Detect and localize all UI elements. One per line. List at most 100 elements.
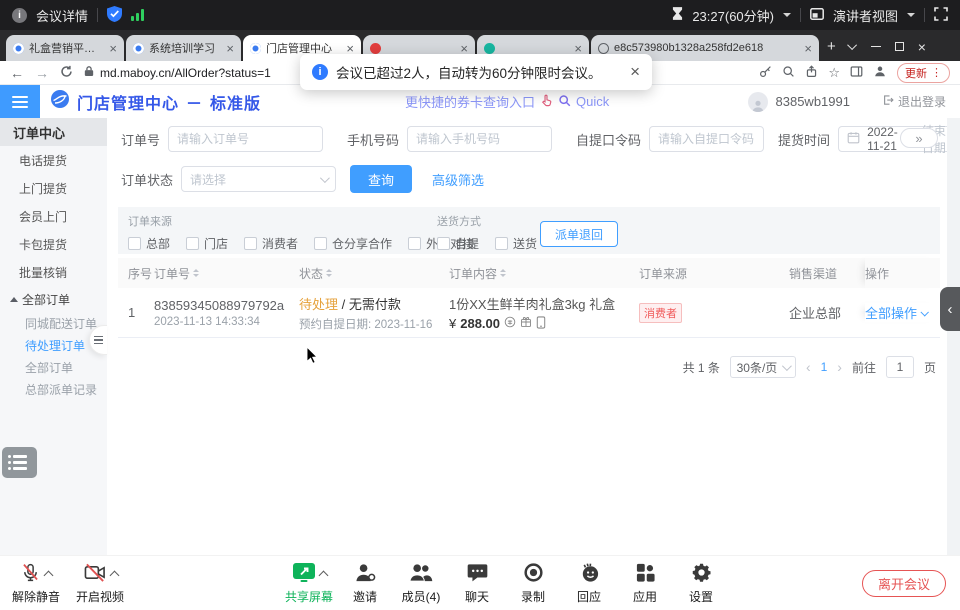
camera-options-caret[interactable] bbox=[109, 570, 119, 580]
new-tab-button[interactable]: + bbox=[827, 38, 836, 55]
sort-icon[interactable] bbox=[326, 266, 332, 280]
scrollbar-gutter[interactable] bbox=[947, 118, 960, 555]
order-status-select[interactable]: 请选择 bbox=[181, 166, 336, 192]
unmute-button[interactable]: 解除静音 bbox=[8, 562, 64, 605]
window-minimize-button[interactable] bbox=[871, 46, 881, 48]
meeting-details-label[interactable]: 会议详情 bbox=[36, 6, 88, 25]
tab-close-icon[interactable]: × bbox=[346, 42, 354, 55]
url-field[interactable]: md.maboy.cn/AllOrder?status=1 bbox=[84, 65, 271, 80]
share-options-caret[interactable] bbox=[318, 570, 328, 580]
tool-label: 应用 bbox=[633, 588, 657, 605]
sidebar-item-door-pickup[interactable]: 上门提货 bbox=[0, 174, 107, 202]
fullscreen-icon[interactable] bbox=[934, 7, 948, 24]
chat-button[interactable]: 聊天 bbox=[449, 562, 505, 605]
logout-button[interactable]: 退出登录 bbox=[882, 93, 946, 110]
advanced-filter-link[interactable]: 高级筛选 bbox=[432, 170, 484, 189]
sidebar-item-phone-pickup[interactable]: 电话提货 bbox=[0, 146, 107, 174]
tab-close-icon[interactable]: × bbox=[226, 42, 234, 55]
floating-list-button[interactable] bbox=[2, 447, 37, 478]
tab-favicon bbox=[133, 43, 144, 54]
prev-page-button[interactable]: ‹ bbox=[806, 359, 811, 375]
toast-close-icon[interactable]: × bbox=[630, 62, 640, 82]
settings-button[interactable]: 设置 bbox=[673, 562, 729, 605]
user-avatar[interactable] bbox=[748, 92, 768, 112]
phone-input[interactable] bbox=[407, 126, 552, 152]
start-video-button[interactable]: 开启视频 bbox=[72, 562, 128, 605]
col-status[interactable]: 状态 bbox=[299, 265, 449, 282]
browser-tab[interactable]: 系统培训学习 × bbox=[126, 35, 241, 61]
browser-tab[interactable]: 礼盒营销平台管理中心 × bbox=[6, 35, 124, 61]
goto-page-input[interactable] bbox=[886, 356, 914, 378]
sidebar-item-card-pickup[interactable]: 卡包提货 bbox=[0, 230, 107, 258]
date-range-picker[interactable]: 2022-11-21 - 结束日期 bbox=[838, 126, 960, 152]
checkbox-delivery[interactable]: 送货 bbox=[495, 235, 537, 252]
order-no-input[interactable] bbox=[168, 126, 323, 152]
col-order-no[interactable]: 订单号 bbox=[154, 265, 299, 282]
tab-close-icon[interactable]: × bbox=[460, 42, 468, 55]
row-action-dropdown[interactable]: 全部操作 bbox=[865, 303, 940, 322]
leave-meeting-button[interactable]: 离开会议 bbox=[862, 570, 946, 597]
menu-hamburger-button[interactable] bbox=[0, 85, 40, 118]
window-close-button[interactable]: × bbox=[918, 39, 926, 55]
tab-close-icon[interactable]: × bbox=[574, 42, 582, 55]
chrome-update-button[interactable]: 更新 ⋮ bbox=[897, 63, 950, 83]
share-icon[interactable] bbox=[805, 65, 818, 81]
expand-more-button[interactable]: » bbox=[900, 128, 938, 148]
sort-icon[interactable] bbox=[193, 266, 199, 280]
members-button[interactable]: 成员(4) bbox=[393, 562, 449, 605]
quick-entry[interactable]: 更快捷的券卡查询入口 Quick bbox=[405, 92, 609, 111]
sidebar-subitem-all-orders[interactable]: 全部订单 bbox=[0, 356, 107, 378]
page-size-select[interactable]: 30条/页 bbox=[730, 356, 796, 378]
current-page[interactable]: 1 bbox=[821, 360, 828, 374]
next-page-button[interactable]: › bbox=[837, 359, 842, 375]
sidebar-subitem-hq-dispatch[interactable]: 总部派单记录 bbox=[0, 378, 107, 400]
refresh-button[interactable] bbox=[60, 65, 73, 81]
tab-close-icon[interactable]: × bbox=[109, 42, 117, 55]
meeting-shield-icon[interactable] bbox=[107, 6, 122, 25]
username[interactable]: 8385wb1991 bbox=[776, 94, 850, 109]
profile-icon[interactable] bbox=[873, 64, 887, 81]
tab-close-icon[interactable]: × bbox=[804, 42, 812, 55]
reactions-button[interactable]: 回应 bbox=[561, 562, 617, 605]
checkbox-icon bbox=[408, 237, 421, 250]
dispatch-return-button[interactable]: 派单退回 bbox=[540, 221, 618, 247]
forward-button[interactable]: → bbox=[35, 65, 49, 81]
quick-entry-text[interactable]: 更快捷的券卡查询入口 bbox=[405, 92, 535, 111]
table-row[interactable]: 1 83859345088979792a 2023-11-13 14:33:34… bbox=[118, 288, 940, 338]
sort-icon[interactable] bbox=[500, 266, 506, 280]
menu-kebab-icon[interactable]: ⋮ bbox=[931, 66, 942, 79]
view-dropdown-icon[interactable] bbox=[907, 13, 915, 21]
phone-icon bbox=[536, 316, 546, 332]
sidebar-item-member-visit[interactable]: 会员上门 bbox=[0, 202, 107, 230]
window-maximize-button[interactable] bbox=[895, 42, 904, 51]
zoom-icon[interactable] bbox=[782, 65, 795, 81]
view-mode-label[interactable]: 演讲者视图 bbox=[833, 6, 898, 25]
apps-button[interactable]: 应用 bbox=[617, 562, 673, 605]
col-content[interactable]: 订单内容 bbox=[449, 265, 639, 282]
checkbox-self-pickup[interactable]: 自提 bbox=[437, 235, 479, 252]
tab-favicon-globe bbox=[598, 43, 609, 54]
sidebar-item-batch-verify[interactable]: 批量核销 bbox=[0, 258, 107, 286]
checkbox-warehouse-share[interactable]: 仓分享合作 bbox=[314, 235, 392, 252]
password-key-icon[interactable] bbox=[759, 65, 772, 81]
sidebar-group-all-orders[interactable]: 全部订单 bbox=[0, 286, 107, 312]
bookmark-star-icon[interactable]: ☆ bbox=[828, 65, 840, 81]
record-button[interactable]: 录制 bbox=[505, 562, 561, 605]
mic-options-caret[interactable] bbox=[44, 570, 54, 580]
start-date-value[interactable]: 2022-11-21 bbox=[867, 125, 904, 153]
quick-label[interactable]: Quick bbox=[576, 94, 609, 109]
checkbox-hq[interactable]: 总部 bbox=[128, 235, 170, 252]
tab-search-icon[interactable] bbox=[847, 40, 857, 50]
share-screen-button[interactable]: 共享屏幕 bbox=[281, 562, 337, 605]
checkbox-store[interactable]: 门店 bbox=[186, 235, 228, 252]
checkbox-consumer[interactable]: 消费者 bbox=[244, 235, 298, 252]
invite-button[interactable]: 邀请 bbox=[337, 562, 393, 605]
side-panel-icon[interactable] bbox=[850, 65, 863, 81]
meeting-info-icon[interactable]: i bbox=[12, 8, 27, 23]
pickup-code-input[interactable] bbox=[649, 126, 764, 152]
back-button[interactable]: ← bbox=[10, 65, 24, 81]
timer-dropdown-icon[interactable] bbox=[783, 13, 791, 21]
meeting-panel-handle[interactable]: ‹ bbox=[940, 287, 960, 331]
order-no-value[interactable]: 83859345088979792a bbox=[154, 298, 299, 313]
search-button[interactable]: 查询 bbox=[350, 165, 412, 193]
